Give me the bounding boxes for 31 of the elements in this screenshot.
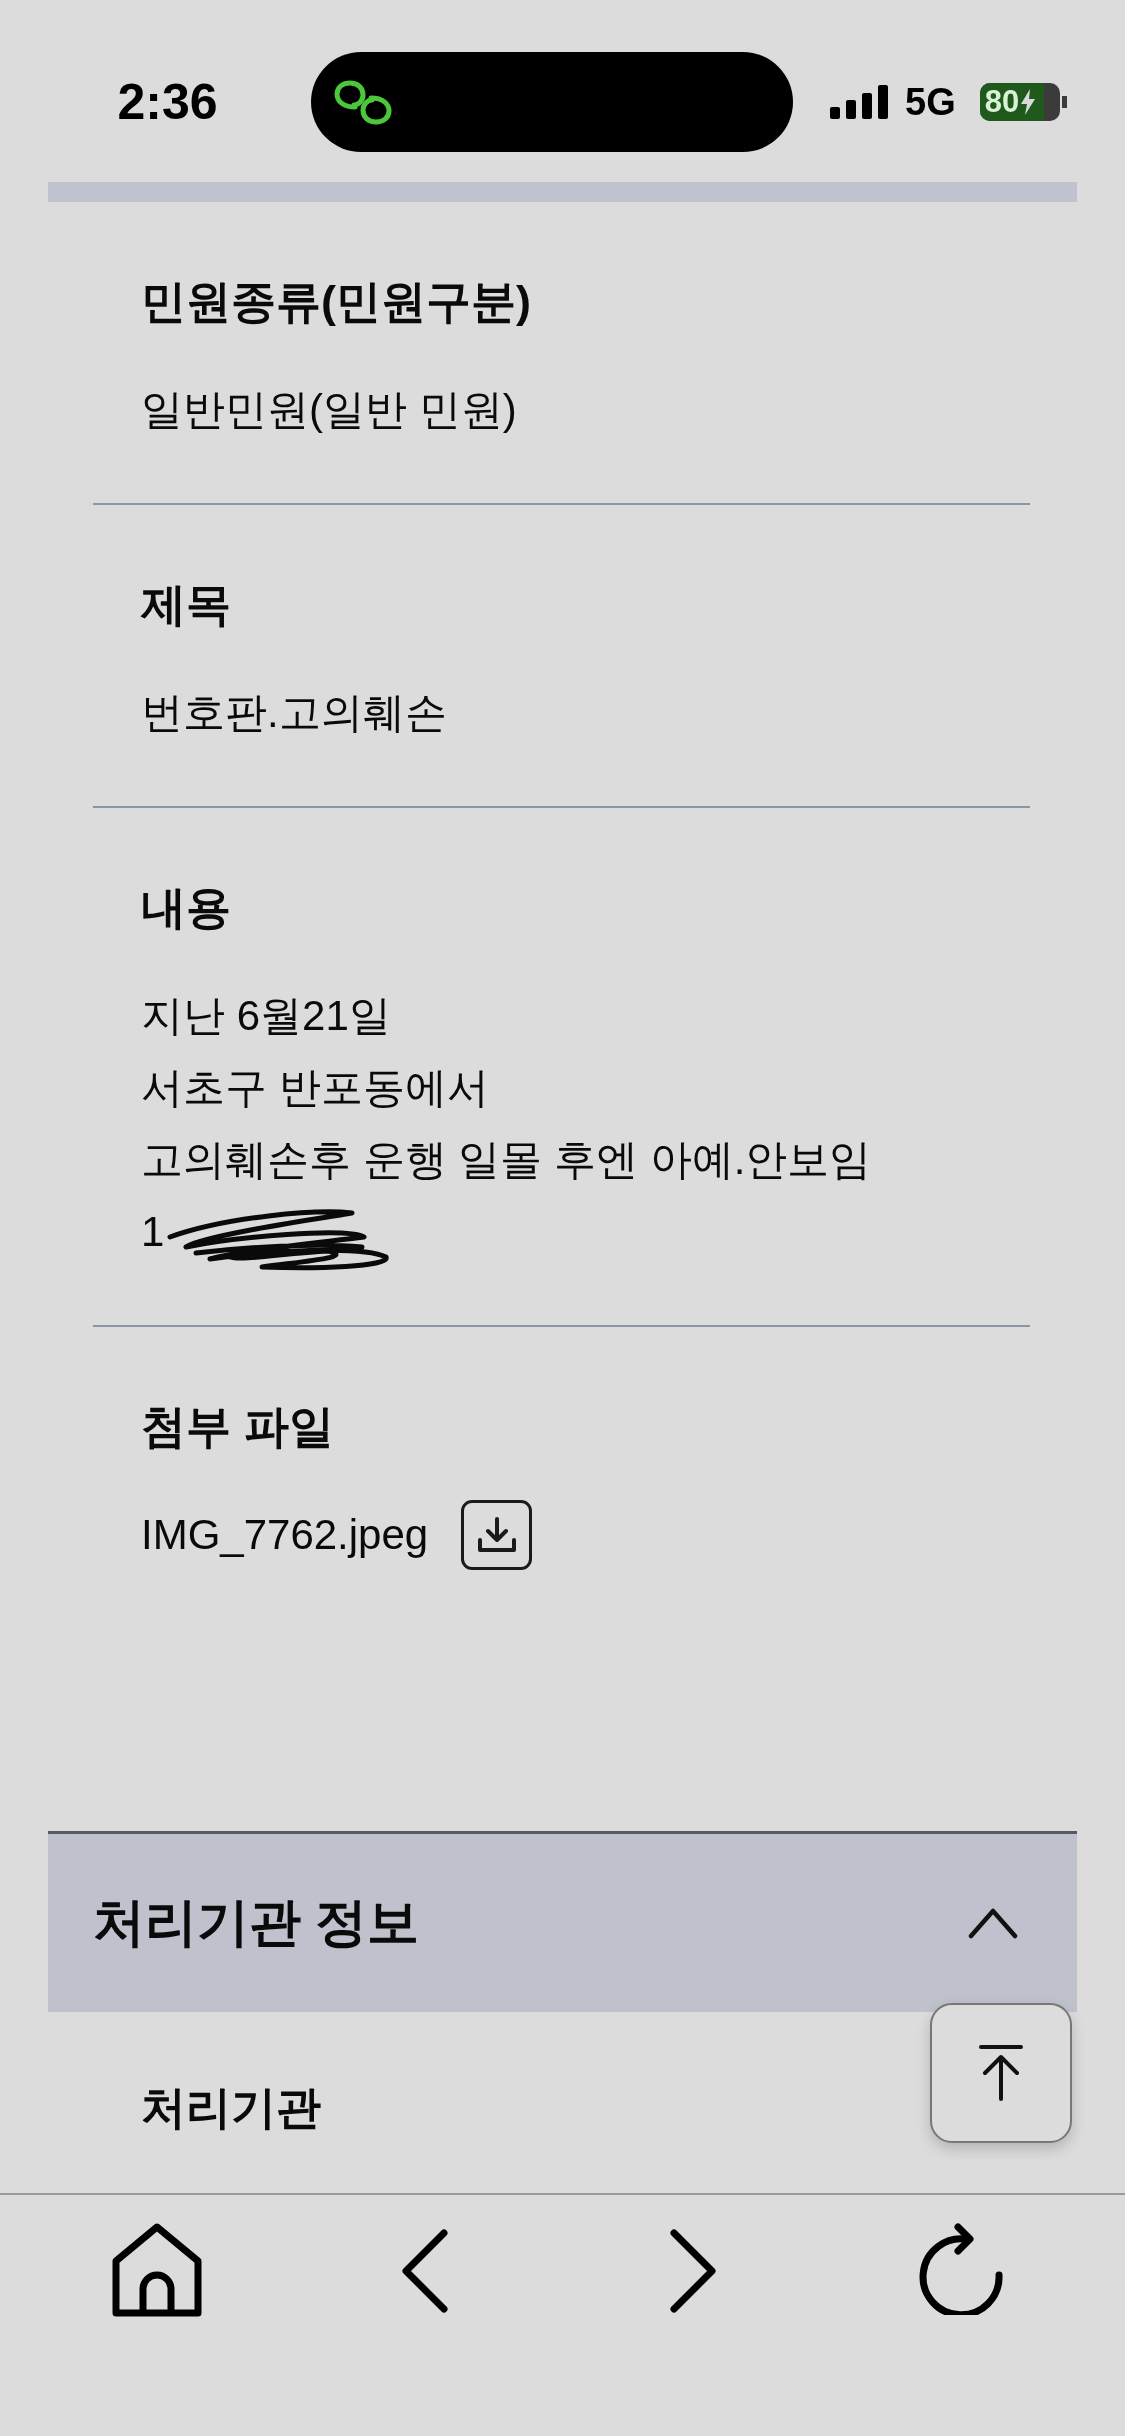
section-header[interactable]: 처리기관 정보	[48, 1831, 1077, 2012]
forward-button[interactable]	[669, 2229, 717, 2313]
home-icon	[112, 2223, 202, 2317]
field-value: 일반민원(일반 민원)	[141, 385, 517, 435]
field-value: 지난 6월21일	[141, 991, 391, 1041]
back-button[interactable]	[401, 2229, 449, 2313]
field-value: 고의훼손후 운행 일몰 후엔 아예.안보임	[141, 1135, 872, 1185]
field-value: 1	[141, 1207, 165, 1257]
field-label: 민원종류(민원구분)	[141, 275, 531, 329]
field-label: 처리기관	[141, 2081, 321, 2135]
arrow-up-to-line-icon	[979, 2045, 1023, 2101]
home-button[interactable]	[112, 2223, 202, 2317]
scroll-top-button[interactable]	[930, 2003, 1072, 2143]
chevron-right-icon	[669, 2229, 717, 2313]
file-name: IMG_7762.jpeg	[141, 1510, 429, 1560]
download-icon	[476, 1516, 517, 1554]
chevron-left-icon	[401, 2229, 449, 2313]
field-label: 첨부 파일	[141, 1400, 334, 1454]
refresh-icon	[918, 2223, 1004, 2315]
status-time: 2:36	[117, 73, 218, 131]
charging-bolt-icon	[1021, 89, 1036, 115]
signal-icon	[830, 85, 888, 119]
field-value: 번호판.고의훼손	[141, 688, 447, 738]
field-label: 제목	[141, 578, 231, 632]
refresh-button[interactable]	[918, 2223, 1004, 2315]
battery-percentage: 80	[984, 85, 1020, 119]
linked-rings-icon	[333, 78, 393, 126]
download-button[interactable]	[461, 1500, 533, 1570]
field-value: 서초구 반포동에서	[141, 1063, 489, 1113]
field-label: 내용	[141, 881, 231, 935]
network-label: 5G	[905, 82, 956, 122]
